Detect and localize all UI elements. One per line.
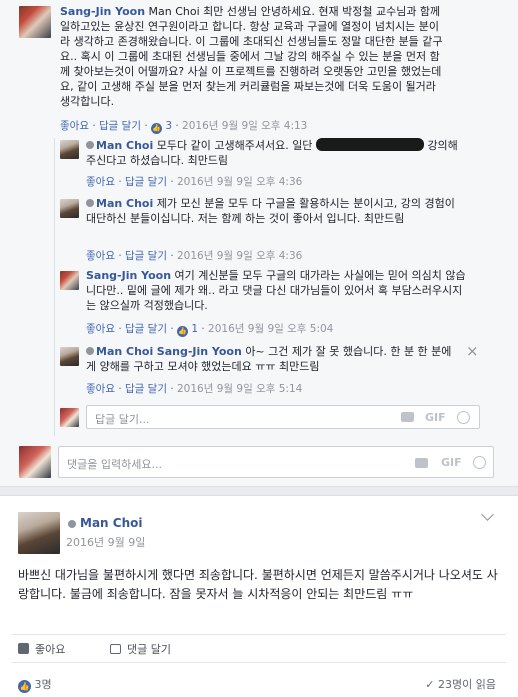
reply-link[interactable]: 답글 달기 <box>125 383 167 395</box>
gif-icon[interactable]: GIF <box>425 411 446 424</box>
timestamp[interactable]: 2016년 9월 9일 오후 5:14 <box>177 383 302 395</box>
verified-icon <box>86 347 94 355</box>
divider <box>12 634 506 635</box>
comment-input-placeholder: 댓글을 입력하세요... <box>67 458 162 471</box>
camera-icon[interactable] <box>401 412 414 422</box>
comment-input[interactable]: 댓글을 입력하세요... GIF <box>58 446 494 478</box>
reply-link[interactable]: 답글 달기 <box>99 120 141 132</box>
reply: Man Choi 모두다 같이 고생해주셔서요. 일단 강의해주신다고 하셨습니… <box>86 138 466 168</box>
camera-icon[interactable] <box>415 458 428 468</box>
redacted-block <box>315 138 424 151</box>
emoji-icon[interactable] <box>457 411 470 424</box>
like-link[interactable]: 좋아요 <box>86 323 115 335</box>
reply-actions: 좋아요 · 답글 달기 · 2016년 9월 9일 오후 5:14 <box>86 383 303 395</box>
reply: Sang-Jin Yoon 여기 계신분들 모두 구글의 대가라는 사실에는 믿… <box>86 268 466 313</box>
like-link[interactable]: 좋아요 <box>86 176 115 188</box>
comment-author[interactable]: Sang-Jin Yoon <box>60 5 145 18</box>
comment-button[interactable]: 댓글 달기 <box>110 641 171 657</box>
avatar[interactable] <box>19 6 51 38</box>
avatar <box>60 408 79 427</box>
reaction-summary[interactable]: 👍 3명 <box>18 676 52 693</box>
avatar[interactable] <box>60 271 79 290</box>
chevron-down-icon[interactable] <box>481 508 494 521</box>
avatar <box>19 446 51 478</box>
thread-line <box>54 138 55 436</box>
reply-input-placeholder: 답글 달기... <box>95 413 150 426</box>
post-author-avatar[interactable] <box>18 512 60 554</box>
emoji-icon[interactable] <box>473 456 486 469</box>
reaction-count[interactable]: 3 <box>165 120 172 132</box>
reply-author[interactable]: Man Choi <box>96 345 153 358</box>
post-body: 바쁘신 대가님을 불편하시게 했다면 죄송합니다. 불편하시면 언제든지 말씀주… <box>18 568 498 601</box>
comment-thread-card: Sang-Jin Yoon Man Choi 최만 선생님 안녕하세요. 현재 … <box>0 0 518 487</box>
like-link[interactable]: 좋아요 <box>86 383 115 395</box>
comment-icon <box>110 644 121 654</box>
reply-link[interactable]: 답글 달기 <box>125 323 167 335</box>
comment-actions: 좋아요 · 답글 달기 · 👍 3 · 2016년 9월 9일 오후 4:13 <box>60 120 308 134</box>
divider <box>12 662 506 663</box>
reply-author[interactable]: Man Choi <box>96 139 153 152</box>
thumbs-up-icon: 👍 <box>151 123 162 134</box>
comment: Sang-Jin Yoon Man Choi 최만 선생님 안녕하세요. 현재 … <box>60 4 445 109</box>
reaction-count: 3명 <box>34 678 52 691</box>
thumbs-up-icon: 👍 <box>18 680 31 693</box>
reply-link[interactable]: 답글 달기 <box>125 176 167 188</box>
timestamp[interactable]: 2016년 9월 9일 오후 5:04 <box>208 323 333 335</box>
close-icon[interactable]: × <box>466 342 479 360</box>
reply: Man Choi Sang-Jin Yoon 아~ 그건 제가 잘 못 했습니다… <box>86 344 456 374</box>
reply: Man Choi 제가 모신 분을 모두 다 구글을 활용하시는 분이시고, 강… <box>86 196 466 226</box>
like-link[interactable]: 좋아요 <box>60 120 89 132</box>
reaction-count[interactable]: 1 <box>191 323 198 335</box>
reply-actions: 좋아요 · 답글 달기 · 👍 1 · 2016년 9월 9일 오후 5:04 <box>86 323 334 337</box>
post-date[interactable]: 2016년 9월 9일 <box>66 534 145 550</box>
reply-actions: 좋아요 · 답글 달기 · 2016년 9월 9일 오후 4:36 <box>86 176 303 188</box>
like-label: 좋아요 <box>35 643 66 656</box>
comment-text: Man Choi 최만 선생님 안녕하세요. 현재 박정철 교수님과 함께 일하… <box>60 5 443 108</box>
reply-text: 모두다 같이 고생해주셔서요. 일단 <box>156 139 313 152</box>
thumbs-up-icon: 👍 <box>177 326 188 337</box>
reply-link[interactable]: 답글 달기 <box>125 250 167 262</box>
avatar[interactable] <box>60 140 79 159</box>
comment-label: 댓글 달기 <box>127 643 171 656</box>
gif-icon[interactable]: GIF <box>441 456 462 469</box>
reply-input[interactable]: 답글 달기... GIF <box>86 405 480 429</box>
seen-label: 23명이 읽음 <box>438 678 496 691</box>
reply-author[interactable]: Man Choi <box>96 197 153 210</box>
mention-link[interactable]: Sang-Jin Yoon <box>157 345 242 358</box>
timestamp[interactable]: 2016년 9월 9일 오후 4:36 <box>177 250 302 262</box>
seen-count[interactable]: ✓ 23명이 읽음 <box>425 676 496 692</box>
verified-icon <box>68 520 76 528</box>
like-button[interactable]: 좋아요 <box>18 641 65 657</box>
post-author[interactable]: Man Choi <box>80 516 142 530</box>
verified-icon <box>86 199 94 207</box>
timestamp[interactable]: 2016년 9월 9일 오후 4:36 <box>177 176 302 188</box>
verified-icon <box>86 141 94 149</box>
avatar[interactable] <box>60 199 79 218</box>
reply-author[interactable]: Sang-Jin Yoon <box>86 269 171 282</box>
thumbs-up-icon <box>18 643 29 654</box>
reply-actions: 좋아요 · 답글 달기 · 2016년 9월 9일 오후 4:36 <box>86 250 303 262</box>
like-link[interactable]: 좋아요 <box>86 250 115 262</box>
check-icon: ✓ <box>425 678 435 691</box>
avatar[interactable] <box>60 347 79 366</box>
timestamp[interactable]: 2016년 9월 9일 오후 4:13 <box>182 120 307 132</box>
